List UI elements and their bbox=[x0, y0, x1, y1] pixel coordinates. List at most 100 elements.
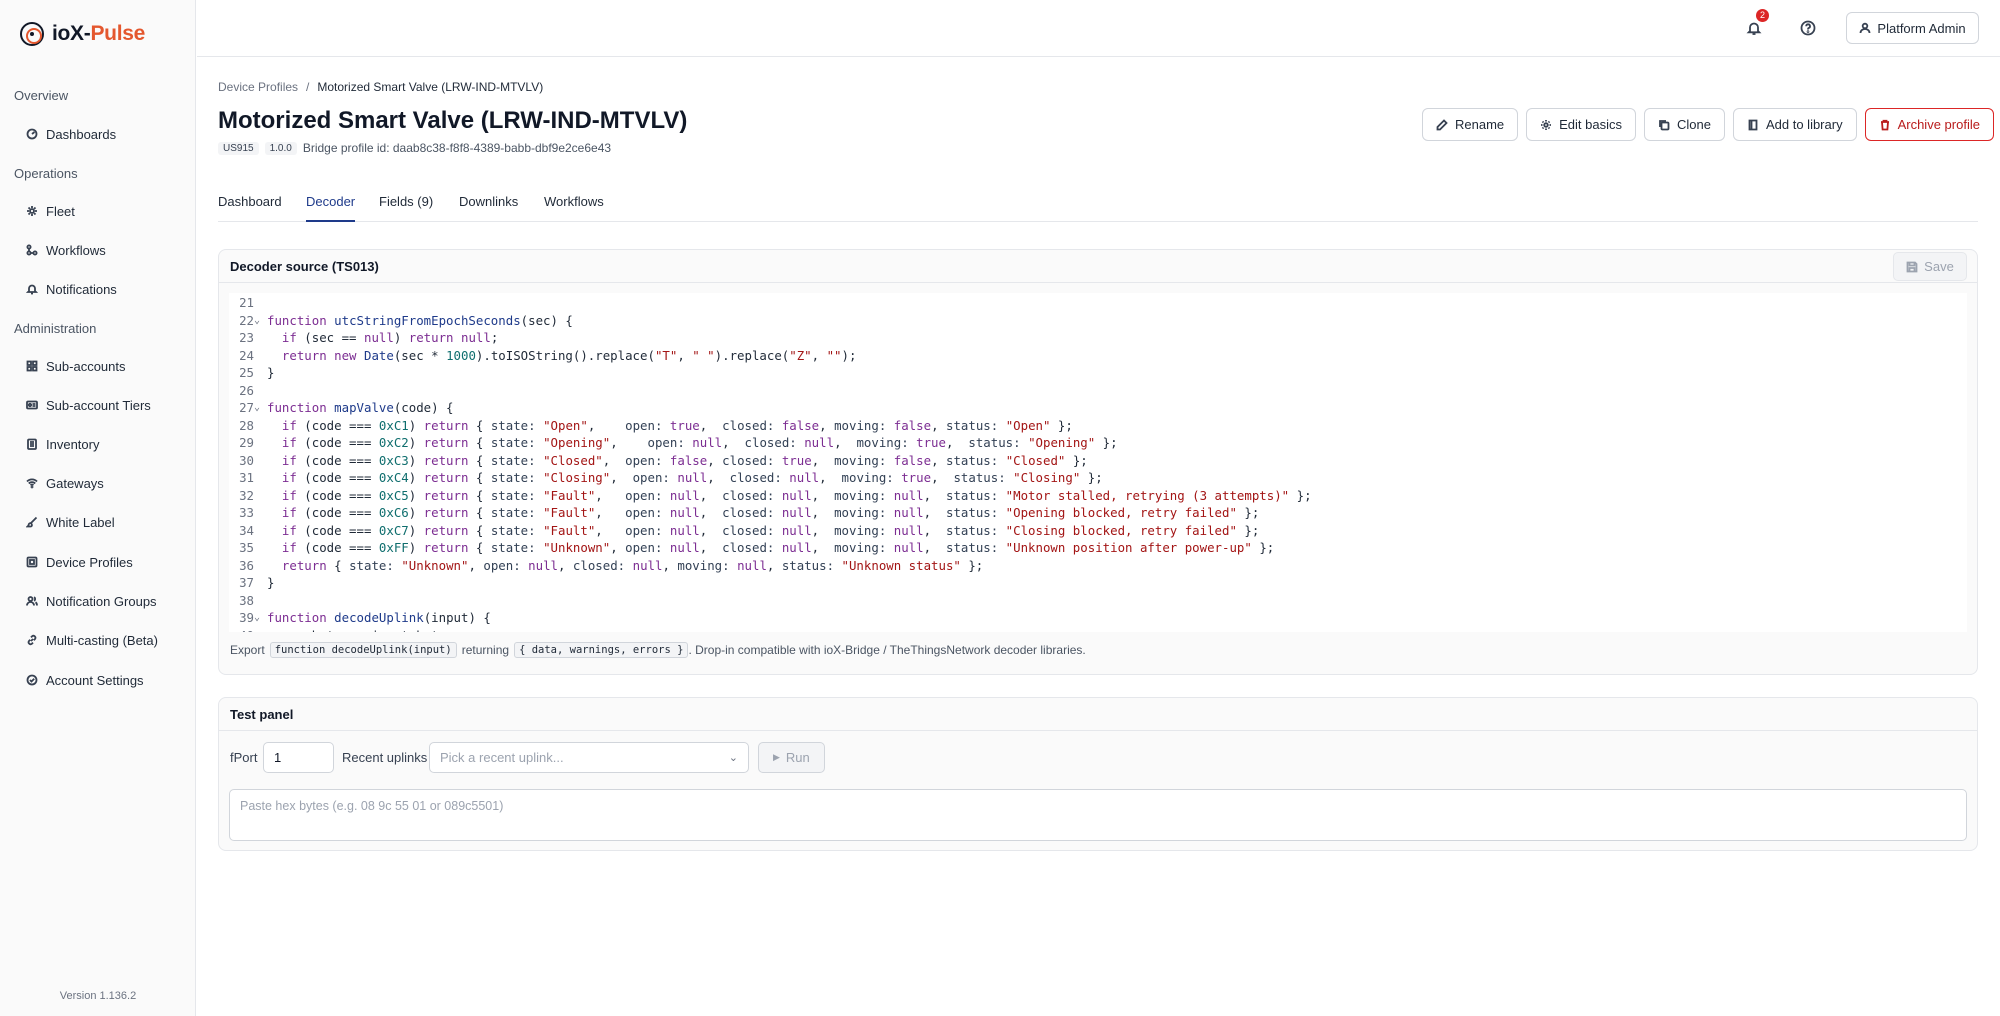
archive-profile-button[interactable]: Archive profile bbox=[1864, 108, 1994, 141]
breadcrumb-separator: / bbox=[306, 80, 310, 94]
line-number: 27 bbox=[239, 400, 254, 415]
gear-icon bbox=[1541, 119, 1552, 130]
sidebar-item-account-settings[interactable]: Account Settings bbox=[26, 668, 144, 692]
code-line: 34 if (code === 0xC7) return { state: "F… bbox=[229, 522, 1967, 540]
bell-icon bbox=[1746, 22, 1762, 35]
code-text: if (code === 0xC7) return { state: "Faul… bbox=[281, 522, 1260, 538]
user-menu-button[interactable]: Platform Admin bbox=[1846, 12, 1979, 44]
notification-count-badge: 2 bbox=[1756, 9, 1769, 22]
line-number: 32 bbox=[239, 487, 254, 503]
line-number: 35 bbox=[239, 540, 254, 555]
tab-fields[interactable]: Fields (9) bbox=[379, 194, 433, 220]
sidebar-item-sub-account-tiers[interactable]: Sub-account Tiers bbox=[26, 393, 151, 417]
pencil-icon bbox=[1436, 118, 1448, 130]
link-icon bbox=[27, 634, 37, 646]
save-icon bbox=[1906, 261, 1918, 272]
sidebar-item-white-label[interactable]: White Label bbox=[26, 510, 115, 534]
brush-icon bbox=[26, 516, 38, 528]
code-line: 32 if (code === 0xC5) return { state: "F… bbox=[229, 487, 1967, 505]
grid-icon bbox=[26, 360, 38, 372]
code-text: return new Date(sec * 1000).toISOString(… bbox=[281, 347, 857, 363]
app-version: Version 1.136.2 bbox=[59, 990, 137, 1002]
logo-text-primary: ioX- bbox=[52, 22, 91, 45]
code-editor[interactable]: 21 22 ⌄ function utcStringFromEpochSeconds(… bbox=[229, 293, 1967, 632]
code-line: 28 if (code === 0xC1) return { state: "O… bbox=[229, 417, 1967, 435]
book-icon bbox=[1748, 119, 1758, 130]
sidebar-item-label: White Label bbox=[46, 514, 115, 530]
sidebar: ioX-Pulse Overview Dashboards Operations… bbox=[0, 0, 196, 1016]
code-line: 24 return new Date(sec * 1000).toISOStri… bbox=[229, 347, 1967, 365]
edit-basics-button[interactable]: Edit basics bbox=[1526, 108, 1637, 141]
sidebar-item-label: Account Settings bbox=[46, 672, 144, 688]
sidebar-item-sub-accounts[interactable]: Sub-accounts bbox=[26, 354, 126, 378]
fport-input[interactable]: 1 bbox=[263, 742, 334, 773]
code-text: if (code === 0xC6) return { state: "Faul… bbox=[281, 505, 1260, 520]
code-line: 31 if (code === 0xC4) return { state: "C… bbox=[229, 469, 1967, 487]
clone-button[interactable]: Clone bbox=[1644, 108, 1725, 141]
test-panel-header: Test panel bbox=[219, 698, 1977, 731]
tab-dashboard[interactable]: Dashboard bbox=[218, 194, 282, 220]
tab-downlinks[interactable]: Downlinks bbox=[459, 194, 518, 220]
sidebar-item-gateways[interactable]: Gateways bbox=[26, 471, 104, 495]
help-button[interactable] bbox=[1796, 16, 1820, 40]
code-line: 21 bbox=[229, 294, 1967, 312]
code-line: 25} bbox=[229, 364, 1967, 382]
tab-workflows[interactable]: Workflows bbox=[544, 194, 604, 220]
tab-decoder[interactable]: Decoder bbox=[306, 194, 356, 222]
sidebar-item-multi-casting[interactable]: Multi-casting (Beta) bbox=[26, 628, 158, 652]
test-panel-card: Test panel fPort 1 Recent uplinks Pick a… bbox=[218, 697, 1978, 851]
sidebar-item-workflows[interactable]: Workflows bbox=[26, 238, 106, 262]
code-line: 37} bbox=[229, 574, 1967, 592]
sidebar-item-fleet[interactable]: Fleet bbox=[26, 199, 75, 223]
sidebar-item-label: Workflows bbox=[46, 242, 106, 258]
code-line: 22 ⌄ function utcStringFromEpochSeconds(se… bbox=[229, 312, 1967, 330]
breadcrumb-device-profiles[interactable]: Device Profiles bbox=[218, 80, 298, 94]
sidebar-item-label: Multi-casting (Beta) bbox=[46, 632, 158, 648]
id-card-icon bbox=[26, 400, 38, 410]
rename-button[interactable]: Rename bbox=[1422, 108, 1519, 141]
save-button[interactable]: Save bbox=[1893, 252, 1967, 281]
sidebar-item-label: Notifications bbox=[46, 281, 117, 297]
sidebar-item-notification-groups[interactable]: Notification Groups bbox=[26, 589, 157, 613]
line-number: 34 bbox=[239, 522, 254, 538]
sidebar-item-label: Gateways bbox=[46, 475, 104, 491]
topbar: 2 bbox=[197, 0, 2000, 57]
hex-bytes-input[interactable]: Paste hex bytes (e.g. 08 9c 55 01 or 089… bbox=[229, 789, 1967, 841]
notifications-button[interactable]: 2 bbox=[1742, 9, 1769, 40]
sidebar-item-label: Sub-accounts bbox=[46, 358, 126, 374]
line-number: 21 bbox=[239, 295, 254, 310]
code-text: function utcStringFromEpochSeconds(sec) … bbox=[267, 312, 573, 328]
fold-chevron-icon[interactable]: ⌄ bbox=[254, 312, 260, 330]
sidebar-item-device-profiles[interactable]: Device Profiles bbox=[26, 550, 133, 574]
code-text: if (sec == null) return null; bbox=[281, 330, 499, 345]
profile-meta: US915 1.0.0 Bridge profile id: daab8c38-… bbox=[218, 141, 611, 155]
code-text: return { state: "Unknown", open: null, c… bbox=[281, 557, 984, 573]
line-number: 26 bbox=[239, 382, 254, 398]
fold-chevron-icon[interactable]: ⌄ bbox=[254, 609, 260, 627]
test-panel-title: Test panel bbox=[230, 706, 294, 722]
export-signature: function decodeUplink(input) bbox=[269, 642, 457, 658]
add-to-library-button[interactable]: Add to library bbox=[1732, 108, 1857, 141]
user-icon bbox=[1860, 22, 1871, 34]
fport-label: fPort bbox=[230, 750, 258, 765]
fold-chevron-icon[interactable]: ⌄ bbox=[254, 399, 260, 417]
profile-tabs: Dashboard Decoder Fields (9) Downlinks W… bbox=[218, 188, 1978, 222]
region-tag: US915 bbox=[218, 141, 259, 155]
recent-uplinks-select[interactable]: Pick a recent uplink... ⌄ bbox=[429, 742, 749, 773]
bridge-profile-id: Bridge profile id: daab8c38-f8f8-4389-ba… bbox=[302, 141, 612, 155]
sidebar-item-inventory[interactable]: Inventory bbox=[26, 432, 99, 456]
sidebar-item-dashboards[interactable]: Dashboards bbox=[26, 122, 116, 146]
sidebar-item-notifications[interactable]: Notifications bbox=[26, 277, 117, 301]
code-line: 36 return { state: "Unknown", open: null… bbox=[229, 557, 1967, 575]
sidebar-item-label: Inventory bbox=[46, 436, 100, 452]
line-number: 29 bbox=[239, 435, 254, 450]
app-logo[interactable]: ioX-Pulse bbox=[20, 20, 145, 48]
users-icon bbox=[26, 596, 38, 606]
line-number: 36 bbox=[239, 557, 254, 573]
cpu-icon bbox=[26, 556, 38, 568]
sidebar-item-label: Fleet bbox=[46, 203, 75, 219]
line-number: 37 bbox=[239, 575, 254, 590]
run-button[interactable]: ▶ Run bbox=[758, 742, 825, 773]
code-line: 33 if (code === 0xC6) return { state: "F… bbox=[229, 504, 1967, 522]
export-return-shape: { data, warnings, errors } bbox=[514, 642, 689, 658]
